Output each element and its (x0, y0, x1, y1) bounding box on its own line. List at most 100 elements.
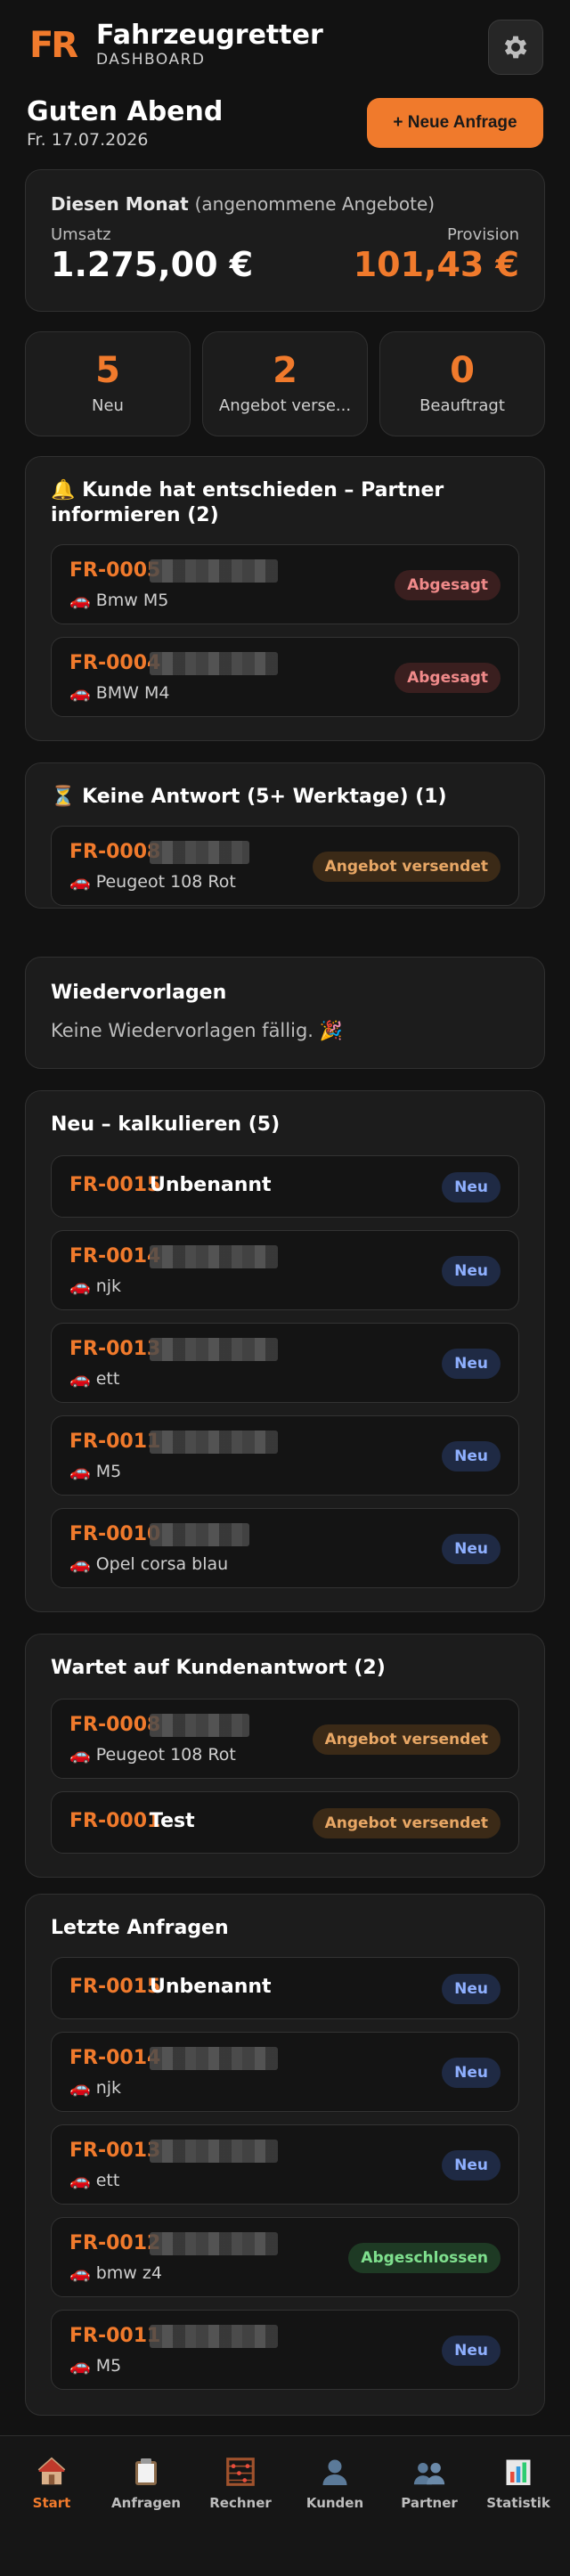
request-item[interactable]: FR-0004 🚗 BMW M4 Abgesagt (51, 637, 519, 717)
request-name: Unbenannt (150, 1174, 272, 1196)
app-title: Fahrzeugretter (96, 20, 323, 51)
app-logo: FR (27, 20, 78, 71)
request-item[interactable]: FR-0001 Test Angebot versendet (51, 1791, 519, 1854)
redacted-name (150, 1523, 249, 1546)
request-id: FR-0001 (69, 1810, 161, 1832)
stat-value: 2 (273, 350, 297, 391)
redacted-name (150, 2047, 278, 2070)
request-item[interactable]: FR-0005 🚗 Bmw M5 Abgesagt (51, 544, 519, 624)
commission-value: 101,43 € (353, 245, 519, 284)
app-subtitle: DASHBOARD (96, 51, 206, 69)
request-id: FR-0014 (69, 1245, 161, 1268)
abacus-icon (226, 2458, 255, 2486)
vehicle-label: 🚗 njk (69, 2078, 122, 2098)
section-new-calculate: Neu – kalkulieren (5) FR-0015 Unbenannt … (25, 1090, 545, 1612)
request-item[interactable]: FR-0013 🚗 ett Neu (51, 1323, 519, 1403)
vehicle-label: 🚗 M5 (69, 1462, 122, 1481)
stat-value: 5 (95, 350, 120, 391)
request-id: FR-0013 (69, 2140, 161, 2162)
request-id: FR-0014 (69, 2047, 161, 2069)
vehicle-label: 🚗 ett (69, 1369, 120, 1389)
stat-commissioned[interactable]: 0 Beauftragt (379, 331, 545, 436)
redacted-name (150, 1431, 278, 1454)
nav-start[interactable]: Start (4, 2454, 99, 2511)
month-label: Diesen Monat (angenommene Angebote) (51, 193, 435, 215)
vehicle-label: 🚗 ett (69, 2171, 120, 2190)
nav-label: Statistik (486, 2495, 550, 2511)
status-badge: Angebot versendet (312, 1808, 501, 1838)
nav-label: Kunden (305, 2495, 364, 2511)
request-item[interactable]: FR-0014 🚗 njk Neu (51, 2032, 519, 2112)
vehicle-label: 🚗 bmw z4 (69, 2263, 162, 2283)
request-item[interactable]: FR-0012 🚗 bmw z4 Abgeschlossen (51, 2217, 519, 2297)
redacted-name (150, 1714, 249, 1737)
section-title: Letzte Anfragen (51, 1917, 229, 1939)
vehicle-label: 🚗 Peugeot 108 Rot (69, 1745, 236, 1765)
stat-label: Angebot verse... (218, 396, 352, 415)
month-label-note: (angenommene Angebote) (194, 193, 436, 215)
section-followups: Wiedervorlagen Keine Wiedervorlagen fäll… (25, 957, 545, 1069)
request-id: FR-0004 (69, 652, 161, 674)
stat-offer-sent[interactable]: 2 Angebot verse... (202, 331, 368, 436)
gear-icon (504, 36, 527, 59)
request-item[interactable]: FR-0008 🚗 Peugeot 108 Rot Angebot versen… (51, 1699, 519, 1779)
request-id: FR-0012 (69, 2232, 161, 2254)
nav-statistics[interactable]: Statistik (471, 2454, 566, 2511)
nav-partners[interactable]: Partner (382, 2454, 476, 2511)
redacted-name (150, 841, 249, 864)
vehicle-label: 🚗 njk (69, 1276, 122, 1296)
section-title: ⏳ Keine Antwort (5+ Werktage) (1) (51, 785, 447, 810)
redacted-name (150, 2140, 278, 2163)
month-summary-card: Diesen Monat (angenommene Angebote) Umsa… (25, 169, 545, 312)
request-item[interactable]: FR-0015 Unbenannt Neu (51, 1155, 519, 1218)
status-badge: Neu (442, 1349, 501, 1379)
nav-calculator[interactable]: Rechner (193, 2454, 288, 2511)
month-label-text: Diesen Monat (51, 193, 189, 215)
redacted-name (150, 2232, 278, 2255)
current-date: Fr. 17.07.2026 (27, 130, 149, 150)
request-id: FR-0013 (69, 1338, 161, 1360)
section-no-answer: ⏳ Keine Antwort (5+ Werktage) (1) FR-000… (25, 762, 545, 909)
new-request-button[interactable]: + Neue Anfrage (367, 98, 543, 148)
status-badge: Angebot versendet (312, 852, 501, 882)
top-bar: FR Fahrzeugretter DASHBOARD (0, 0, 570, 89)
nav-requests[interactable]: Anfragen (99, 2454, 193, 2511)
redacted-name (150, 652, 278, 675)
status-badge: Neu (442, 1974, 501, 2004)
request-item[interactable]: FR-0013 🚗 ett Neu (51, 2124, 519, 2205)
request-item[interactable]: FR-0011 🚗 M5 Neu (51, 2310, 519, 2390)
request-item[interactable]: FR-0014 🚗 njk Neu (51, 1230, 519, 1310)
house-icon (37, 2457, 66, 2485)
revenue-label: Umsatz (51, 225, 111, 244)
section-waiting-customer: Wartet auf Kundenantwort (2) FR-0008 🚗 P… (25, 1634, 545, 1878)
request-item[interactable]: FR-0008 🚗 Peugeot 108 Rot Angebot versen… (51, 826, 519, 906)
request-item[interactable]: FR-0010 🚗 Opel corsa blau Neu (51, 1508, 519, 1588)
redacted-name (150, 1245, 278, 1268)
stat-new[interactable]: 5 Neu (25, 331, 191, 436)
status-badge: Angebot versendet (312, 1724, 501, 1755)
redacted-name (150, 1338, 278, 1361)
nav-customers[interactable]: Kunden (288, 2454, 382, 2511)
request-item[interactable]: FR-0015 Unbenannt Neu (51, 1957, 519, 2019)
request-id: FR-0011 (69, 2325, 161, 2347)
request-id: FR-0015 (69, 1174, 161, 1196)
commission-label: Provision (446, 225, 519, 244)
vehicle-label: 🚗 Peugeot 108 Rot (69, 872, 236, 892)
status-badge: Neu (442, 1441, 501, 1471)
request-id: FR-0010 (69, 1523, 161, 1545)
section-title: Neu – kalkulieren (5) (51, 1113, 281, 1136)
hourglass-icon: ⏳ (51, 786, 76, 808)
person-icon (322, 2459, 347, 2485)
section-title-text: Kunde hat entschieden – Partner informie… (51, 479, 444, 526)
nav-label: Start (32, 2495, 71, 2511)
request-id: FR-0005 (69, 559, 161, 582)
vehicle-label: 🚗 BMW M4 (69, 683, 170, 703)
section-title: Wartet auf Kundenantwort (2) (51, 1657, 386, 1679)
request-item[interactable]: FR-0011 🚗 M5 Neu (51, 1415, 519, 1496)
settings-button[interactable] (488, 20, 543, 75)
request-id: FR-0008 (69, 841, 161, 863)
redacted-name (150, 2325, 278, 2348)
stat-value: 0 (450, 350, 475, 391)
nav-label: Partner (401, 2495, 458, 2511)
status-badge: Neu (442, 1256, 501, 1286)
